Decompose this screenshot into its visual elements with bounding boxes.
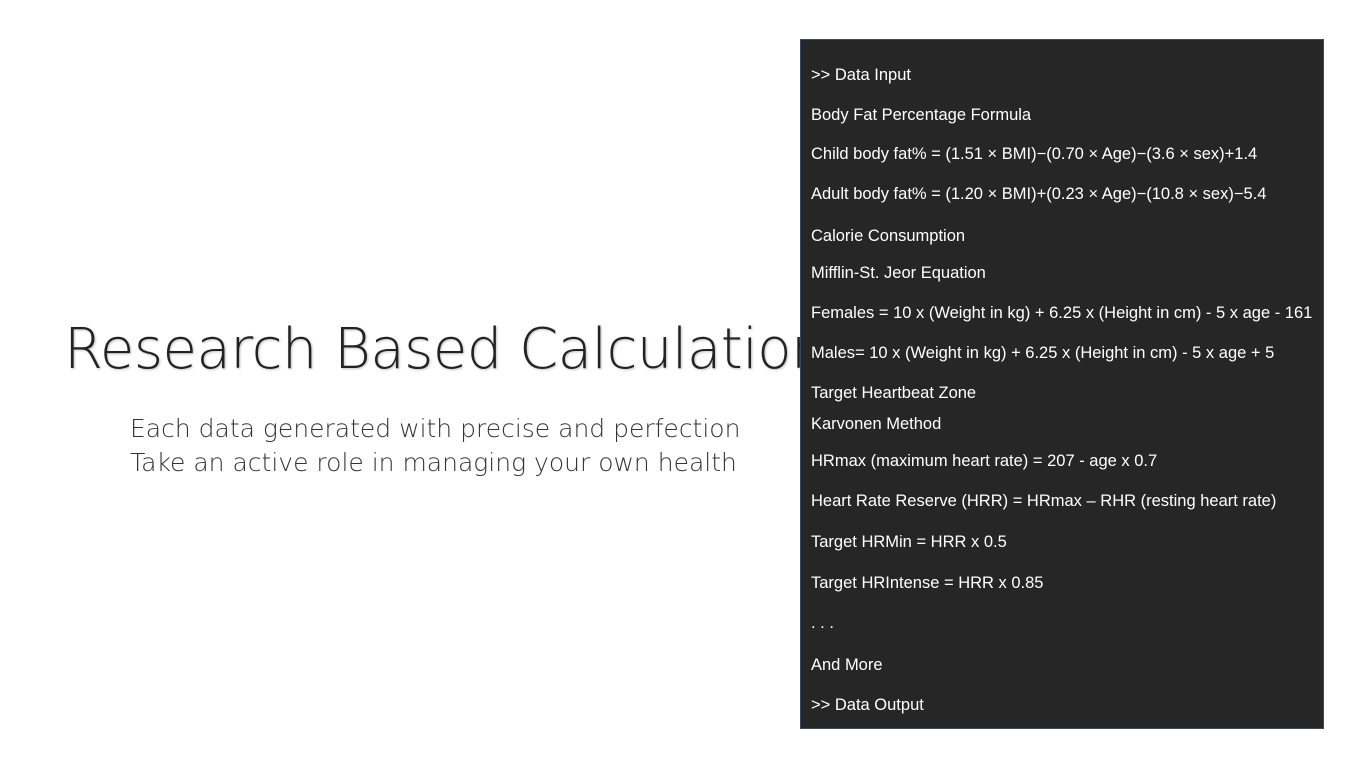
child-body-fat-formula: Child body fat% = (1.51 × BMI)−(0.70 × A… xyxy=(811,145,1258,163)
hrr-formula: Heart Rate Reserve (HRR) = HRmax – RHR (… xyxy=(811,492,1277,510)
females-formula: Females = 10 x (Weight in kg) + 6.25 x (… xyxy=(811,304,1313,322)
males-formula: Males= 10 x (Weight in kg) + 6.25 x (Hei… xyxy=(811,344,1275,362)
data-output-heading: >> Data Output xyxy=(811,696,924,714)
data-input-heading: >> Data Input xyxy=(811,66,911,84)
mifflin-heading: Mifflin-St. Jeor Equation xyxy=(811,264,986,282)
tagline-line-2: Take an active role in managing your own… xyxy=(130,448,737,477)
ellipsis: . . . xyxy=(811,614,834,632)
calorie-heading: Calorie Consumption xyxy=(811,227,966,245)
target-hrintense-formula: Target HRIntense = HRR x 0.85 xyxy=(811,574,1044,592)
and-more-label: And More xyxy=(811,656,883,674)
adult-body-fat-formula: Adult body fat% = (1.20 × BMI)+(0.23 × A… xyxy=(811,185,1267,203)
hrmax-formula: HRmax (maximum heart rate) = 207 - age x… xyxy=(811,452,1158,470)
body-fat-heading: Body Fat Percentage Formula xyxy=(811,106,1032,124)
formula-panel: >> Data Input Body Fat Percentage Formul… xyxy=(800,39,1324,729)
tagline-line-1: Each data generated with precise and per… xyxy=(130,414,741,443)
target-hrmin-formula: Target HRMin = HRR x 0.5 xyxy=(811,533,1007,551)
tagline: Each data generated with precise and per… xyxy=(130,412,741,480)
page-title: Research Based Calculation xyxy=(64,317,827,382)
heartbeat-heading: Target Heartbeat Zone xyxy=(811,384,977,402)
karvonen-heading: Karvonen Method xyxy=(811,415,942,433)
hero-section: Research Based Calculation Each data gen… xyxy=(0,0,827,768)
